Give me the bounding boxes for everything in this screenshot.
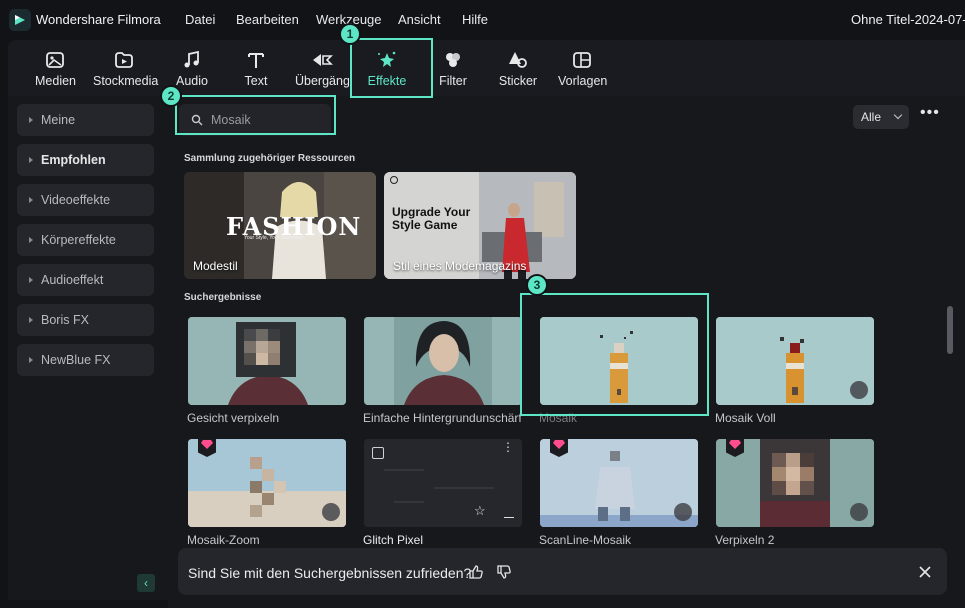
music-note-icon: [184, 50, 199, 68]
card-label: Modestil: [193, 259, 238, 273]
effect-preview-icon: [372, 447, 384, 459]
tab-vorlagen[interactable]: Vorlagen: [558, 50, 607, 88]
step-badge-2: 2: [162, 87, 180, 105]
card-overlay-title: Upgrade Your Style Game: [392, 205, 471, 232]
document-title: Ohne Titel-2024-07-10: [851, 12, 965, 27]
menu-hilfe[interactable]: Hilfe: [462, 12, 488, 27]
media-toolbar: Medien Stockmedia Audio Text Übergänge E…: [8, 40, 965, 96]
menu-datei[interactable]: Datei: [185, 12, 215, 27]
result-glitch-pixel[interactable]: ⋮ ☆: [364, 439, 522, 527]
result-label: Mosaik Voll: [715, 411, 776, 425]
sidebar-item-empfohlen[interactable]: Empfohlen: [17, 144, 154, 176]
favorite-star-icon[interactable]: ☆: [474, 503, 486, 519]
pixelated-face-thumbnail: [188, 317, 346, 405]
card-overlay-subtitle: Your Style, Your Statement: [244, 235, 304, 241]
result-label: Glitch Pixel: [363, 533, 424, 547]
result-scanline-mosaik[interactable]: [540, 439, 698, 527]
result-label: Gesicht verpixeln: [187, 411, 280, 425]
result-gesicht-verpixeln[interactable]: [188, 317, 346, 405]
download-icon[interactable]: [850, 503, 868, 521]
tab-medien[interactable]: Medien: [35, 50, 76, 88]
corner-icon: [390, 176, 398, 184]
more-vertical-icon[interactable]: ⋮: [502, 441, 514, 453]
glitch-thumbnail: [364, 439, 522, 527]
filter-dropdown[interactable]: Alle: [853, 105, 909, 129]
highlight-search-box: [175, 95, 336, 135]
step-badge-1: 1: [341, 25, 359, 43]
menu-bearbeiten[interactable]: Bearbeiten: [236, 12, 299, 27]
feedback-question: Sind Sie mit den Suchergebnissen zufried…: [188, 565, 472, 581]
tab-uebergaenge[interactable]: Übergänge: [291, 50, 353, 91]
sticker-icon: [509, 52, 527, 68]
result-mosaik-zoom[interactable]: [188, 439, 346, 527]
download-icon[interactable]: [850, 381, 868, 399]
title-bar: Wondershare Filmora Datei Bearbeiten Wer…: [0, 0, 965, 40]
app-name: Wondershare Filmora: [36, 12, 161, 27]
related-card-modemagazin[interactable]: Upgrade Your Style Game Stil eines Modem…: [384, 172, 576, 279]
related-section-title: Sammlung zugehöriger Ressourcen: [184, 153, 356, 164]
collapse-sidebar-button[interactable]: ‹: [137, 574, 155, 592]
step-badge-3: 3: [528, 276, 546, 294]
chevron-down-icon: [893, 110, 903, 120]
download-icon[interactable]: [322, 503, 340, 521]
filmora-logo-icon: [9, 9, 31, 31]
related-card-modestil[interactable]: FASHION Your Style, Your Statement Modes…: [184, 172, 376, 279]
thumbs-down-icon[interactable]: [496, 564, 512, 580]
thumbs-up-icon[interactable]: [468, 564, 484, 580]
filmora-window: Wondershare Filmora Datei Bearbeiten Wer…: [0, 0, 965, 608]
highlight-effekte-tab: [350, 38, 433, 98]
tab-audio[interactable]: Audio: [174, 50, 210, 88]
sidebar-item-koerpereffekte[interactable]: Körpereffekte: [17, 224, 154, 256]
close-icon[interactable]: [919, 566, 931, 578]
stock-media-icon: [115, 52, 133, 68]
templates-icon: [573, 52, 591, 68]
result-label: Einfache Hintergrundunschärfe: [363, 411, 521, 425]
filter-icon: [446, 53, 460, 67]
text-icon: [248, 53, 264, 68]
menu-ansicht[interactable]: Ansicht: [398, 12, 441, 27]
blur-face-thumbnail: [364, 317, 522, 405]
result-mosaik-voll[interactable]: [716, 317, 874, 405]
media-icon: [46, 52, 64, 68]
result-label: Verpixeln 2: [715, 533, 775, 547]
sidebar-item-audioeffekt[interactable]: Audioeffekt: [17, 264, 154, 296]
sidebar-item-boris-fx[interactable]: Boris FX: [17, 304, 154, 336]
result-hintergrundunschaerfe[interactable]: [364, 317, 522, 405]
transitions-icon: [313, 54, 333, 66]
tab-text[interactable]: Text: [244, 50, 268, 88]
result-label: ScanLine-Mosaik: [539, 533, 632, 547]
result-verpixeln-2[interactable]: [716, 439, 874, 527]
card-label: Stil eines Modemagazins: [393, 259, 527, 273]
download-icon[interactable]: [504, 508, 514, 518]
tab-filter[interactable]: Filter: [436, 50, 470, 88]
results-section-title: Suchergebnisse: [184, 292, 262, 303]
sidebar-item-videoeffekte[interactable]: Videoeffekte: [17, 184, 154, 216]
tab-stockmedia[interactable]: Stockmedia: [93, 50, 158, 88]
sidebar-item-meine[interactable]: Meine: [17, 104, 154, 136]
sidebar-item-newblue-fx[interactable]: NewBlue FX: [17, 344, 154, 376]
results-scrollbar[interactable]: [947, 306, 953, 354]
download-icon[interactable]: [674, 503, 692, 521]
more-options-button[interactable]: •••: [920, 105, 940, 121]
search-feedback-bar: Sind Sie mit den Suchergebnissen zufried…: [178, 548, 947, 595]
highlight-mosaik-result: [520, 293, 709, 416]
tab-sticker[interactable]: Sticker: [497, 50, 539, 88]
category-sidebar: Meine Empfohlen Videoeffekte Körpereffek…: [8, 96, 168, 600]
result-label: Mosaik-Zoom: [187, 533, 260, 547]
